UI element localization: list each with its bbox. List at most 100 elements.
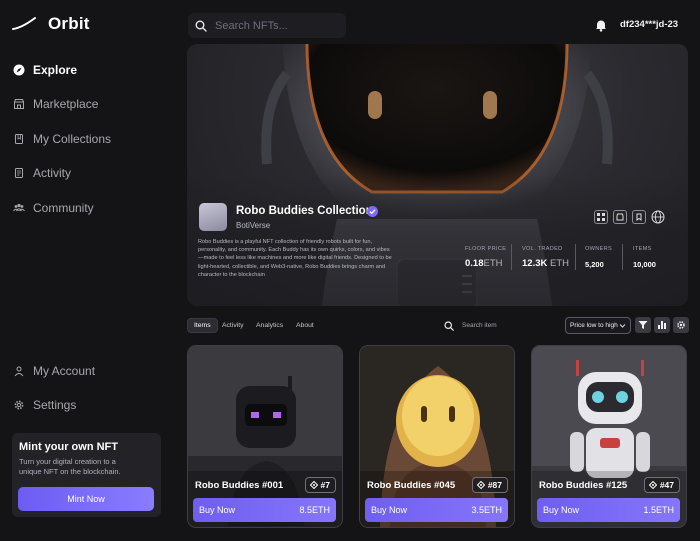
filter-icon: [638, 321, 648, 329]
stat-owners: OWNERS 5,200: [585, 246, 612, 269]
stat-value: 5,200: [585, 260, 604, 269]
nav-item-label: My Collections: [33, 132, 112, 146]
rank-badge: #7: [304, 477, 336, 493]
collection-creator[interactable]: BotiVerse: [236, 221, 270, 230]
mint-description: Turn your digital creation to a unique N…: [19, 457, 121, 476]
stat-label: OWNERS: [585, 246, 612, 252]
grid-icon: [597, 213, 605, 221]
chevron-down-icon: [619, 324, 626, 328]
rank-badge: #87: [471, 477, 508, 493]
sort-selected-value: Price low to high: [570, 322, 618, 329]
nav-item-marketplace[interactable]: Marketplace: [13, 97, 98, 111]
sidebar: Orbit Explore Marketplace My Collections…: [0, 0, 176, 541]
stat-divider: [511, 244, 512, 270]
rank-badge: #47: [643, 477, 680, 493]
nav-item-explore[interactable]: Explore: [13, 63, 77, 77]
store-icon: [616, 213, 624, 221]
nav-item-label: Community: [33, 201, 94, 215]
tab-activity[interactable]: Activity: [216, 318, 250, 333]
username[interactable]: df234***jd-23: [620, 19, 678, 30]
nft-card[interactable]: Robo Buddies #001 #7 Buy Now 8.5ETH: [187, 345, 343, 528]
bar-chart-icon: [658, 321, 666, 329]
globe-icon[interactable]: [651, 210, 665, 224]
nft-card[interactable]: Robo Buddies #045 #87 Buy Now 3.5ETH: [359, 345, 515, 528]
settings-button[interactable]: [673, 317, 689, 333]
bookmark-button[interactable]: [632, 210, 646, 224]
search-icon: [195, 20, 207, 32]
mint-now-button[interactable]: Mint Now: [18, 487, 154, 511]
people-icon: [13, 203, 25, 212]
stat-label: FLOOR PRICE: [465, 246, 507, 252]
nav-item-my-account[interactable]: My Account: [13, 364, 95, 378]
stat-value: 0.18ETH: [465, 258, 503, 269]
document-icon: [15, 168, 23, 178]
verified-badge-icon: [367, 206, 378, 217]
collection-hero: Robo Buddies Collection BotiVerse Robo B…: [187, 44, 688, 306]
diamond-icon: [309, 481, 318, 489]
stat-floor-price: FLOOR PRICE 0.18ETH: [465, 246, 506, 269]
nav-item-label: Marketplace: [33, 97, 99, 111]
mint-title: Mint your own NFT: [19, 441, 118, 453]
buy-now-button[interactable]: Buy Now 3.5ETH: [365, 498, 508, 522]
app-logo[interactable]: Orbit: [12, 14, 90, 34]
diamond-icon: [648, 481, 657, 489]
collection-avatar: [199, 203, 227, 231]
stat-value: 12.3K ETH: [522, 258, 569, 269]
search-icon: [444, 320, 454, 331]
nav-item-label: My Account: [33, 364, 96, 378]
nav-item-label: Explore: [33, 63, 78, 77]
nav-item-label: Settings: [33, 398, 77, 412]
buy-now-button[interactable]: Buy Now 8.5ETH: [193, 498, 336, 522]
nft-search-input[interactable]: [215, 19, 335, 32]
item-search-bar[interactable]: [442, 317, 562, 334]
nft-price: 3.5ETH: [471, 505, 502, 515]
stat-label: VOL. TRADED: [522, 246, 563, 252]
bookmark-icon: [15, 134, 23, 144]
nft-card[interactable]: Robo Buddies #125 #47 Buy Now 1.5ETH: [531, 345, 687, 528]
buy-label: Buy Now: [543, 505, 580, 515]
tab-items[interactable]: Items: [187, 318, 218, 333]
gear-icon: [677, 321, 685, 329]
bell-icon[interactable]: [594, 18, 608, 32]
stat-value: 10,000: [633, 260, 656, 269]
nft-price: 1.5ETH: [643, 505, 674, 515]
analytics-button[interactable]: [654, 317, 670, 333]
nft-name: Robo Buddies #001: [195, 480, 284, 491]
gear-icon: [14, 400, 24, 410]
collection-description: Robo Buddies is a playful NFT collection…: [198, 239, 392, 278]
stat-label: ITEMS: [633, 246, 652, 252]
filter-button[interactable]: [635, 317, 651, 333]
app-name: Orbit: [48, 14, 90, 33]
buy-label: Buy Now: [199, 505, 236, 515]
mint-nft-card: Mint your own NFT Turn your digital crea…: [12, 433, 161, 517]
collection-actions: [594, 210, 665, 224]
nft-search-bar[interactable]: [188, 13, 346, 38]
sort-dropdown[interactable]: Price low to high: [565, 317, 631, 334]
item-search-input[interactable]: [462, 322, 552, 329]
nav-item-my-collections[interactable]: My Collections: [13, 132, 111, 146]
store-icon: [14, 99, 24, 109]
buy-label: Buy Now: [371, 505, 408, 515]
nav-item-community[interactable]: Community: [13, 201, 94, 215]
grid-view-button[interactable]: [594, 210, 608, 224]
orbit-logo-icon: [12, 17, 36, 30]
tab-about[interactable]: About: [290, 318, 320, 333]
nav-item-label: Activity: [33, 166, 72, 180]
bookmark-icon: [636, 213, 642, 221]
stat-divider: [622, 244, 623, 270]
store-link-button[interactable]: [613, 210, 627, 224]
diamond-icon: [476, 481, 485, 489]
nft-price: 8.5ETH: [299, 505, 330, 515]
collection-title: Robo Buddies Collection: [236, 205, 373, 217]
nft-name: Robo Buddies #045: [367, 480, 456, 491]
compass-icon: [13, 64, 25, 76]
nft-name: Robo Buddies #125: [539, 480, 628, 491]
tab-analytics[interactable]: Analytics: [250, 318, 289, 333]
buy-now-button[interactable]: Buy Now 1.5ETH: [537, 498, 680, 522]
stat-items: ITEMS 10,000: [633, 246, 656, 269]
nav-item-activity[interactable]: Activity: [13, 166, 71, 180]
nav-item-settings[interactable]: Settings: [13, 398, 76, 412]
stat-divider: [575, 244, 576, 270]
stat-volume-traded: VOL. TRADED 12.3K ETH: [522, 246, 569, 269]
user-icon: [14, 366, 24, 377]
